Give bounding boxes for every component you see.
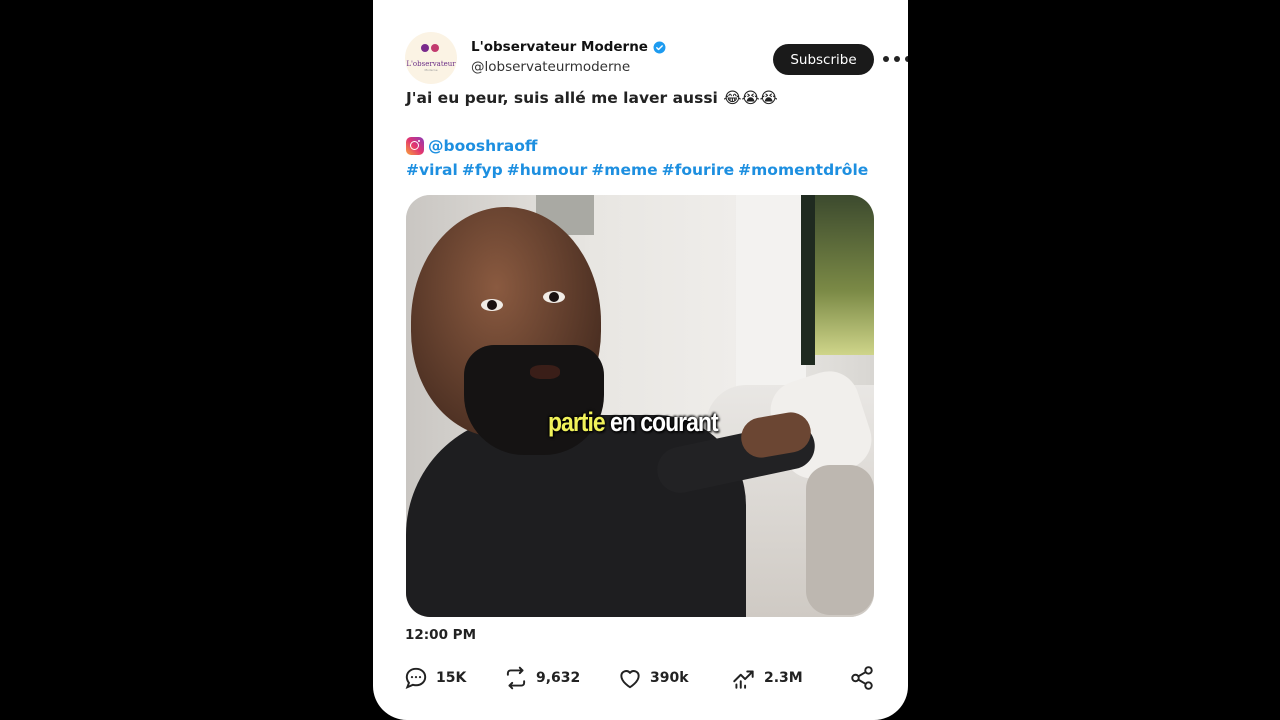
video-window-frame [801, 195, 815, 365]
reply-button[interactable]: 15K [403, 662, 466, 694]
logo-mark-icon [421, 44, 441, 58]
reply-icon [405, 667, 427, 690]
video-person-eye [543, 291, 565, 303]
verified-badge-icon [653, 41, 666, 53]
views-chart-icon [733, 670, 754, 689]
hashtag-list: #viral #fyp #humour #meme #fourire #mome… [406, 161, 868, 179]
hashtag-link[interactable]: #fourire [662, 161, 735, 179]
action-bar: 15K 9,632 390k 2.3M [403, 662, 881, 694]
video-person-beard [464, 345, 604, 455]
video-person-mouth [530, 365, 560, 379]
post-timestamp: 12:00 PM [405, 627, 477, 643]
account-handle[interactable]: @lobservateurmoderne [471, 59, 630, 75]
post-video[interactable]: partie en courant [406, 195, 874, 617]
post-header: L'observateur Moderne L'observateur Mode… [405, 32, 908, 86]
repost-button[interactable]: 9,632 [503, 662, 580, 694]
hashtag-link[interactable]: #meme [591, 161, 657, 179]
avatar[interactable]: L'observateur Moderne [405, 32, 457, 84]
avatar-logo-sub: Moderne [424, 68, 438, 72]
view-count: 2.3M [764, 670, 803, 686]
post-card: L'observateur Moderne L'observateur Mode… [373, 0, 908, 720]
video-window [806, 195, 874, 355]
reply-count: 15K [436, 670, 467, 686]
hashtag-link[interactable]: #fyp [462, 161, 503, 179]
like-button[interactable]: 390k [617, 662, 689, 694]
hashtag-link[interactable]: #humour [507, 161, 588, 179]
avatar-logo-text: L'observateur [406, 60, 456, 68]
name-row: L'observateur Moderne [471, 39, 666, 55]
mention-row: @booshraoff [406, 137, 537, 155]
repost-count: 9,632 [536, 670, 581, 686]
display-name[interactable]: L'observateur Moderne [471, 39, 648, 55]
instagram-icon [406, 137, 424, 155]
more-options-icon[interactable] [883, 50, 908, 68]
post-text: J'ai eu peur, suis allé me laver aussi 😂… [406, 89, 778, 107]
repost-icon [506, 666, 526, 690]
video-person-eye [481, 299, 503, 311]
heart-icon [620, 670, 640, 689]
video-caption-rest: en courant [604, 406, 719, 437]
video-caption-highlight: partie [548, 406, 606, 437]
views-button[interactable]: 2.3M [731, 662, 803, 694]
video-cushion [806, 465, 874, 615]
hashtag-link[interactable]: #viral [406, 161, 458, 179]
share-button[interactable] [849, 662, 875, 694]
hashtag-link[interactable]: #momentdrôle [738, 161, 868, 179]
video-caption: partie en courant [548, 406, 719, 438]
like-count: 390k [650, 670, 689, 686]
share-icon [851, 666, 873, 690]
mention-link[interactable]: @booshraoff [428, 137, 537, 155]
subscribe-button[interactable]: Subscribe [773, 44, 874, 75]
